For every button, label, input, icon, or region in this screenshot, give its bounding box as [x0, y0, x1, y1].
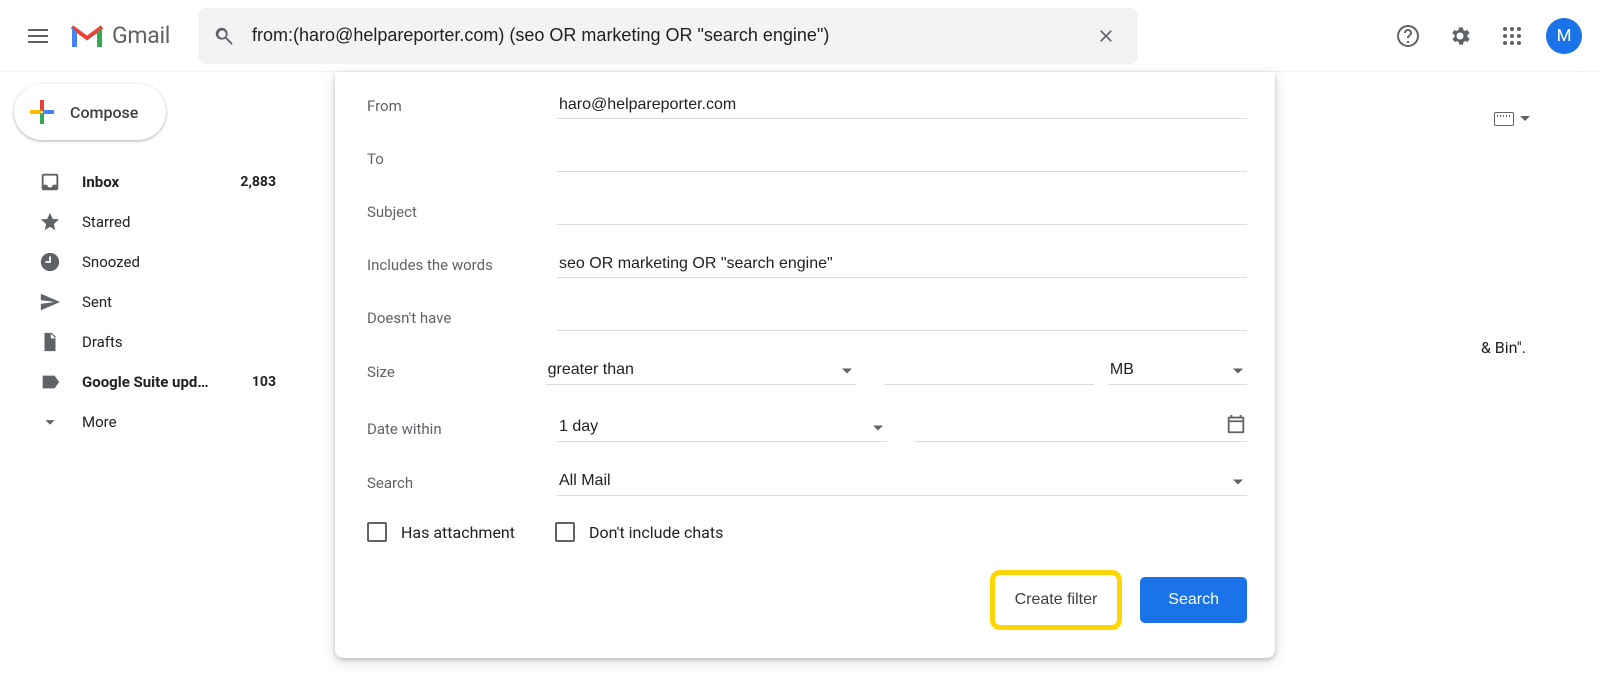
sidebar-item-label: More [82, 413, 276, 431]
exclude-chats-label: Don't include chats [589, 523, 723, 542]
header-actions: M [1386, 14, 1582, 58]
size-unit-select[interactable]: MB [1108, 357, 1247, 385]
has-attachment-checkbox[interactable]: Has attachment [367, 522, 515, 542]
create-filter-button[interactable]: Create filter [999, 579, 1114, 621]
send-icon [38, 290, 62, 314]
size-label: Size [367, 363, 546, 385]
filter-row-date: Date within 1 day [367, 411, 1247, 442]
size-operator-select[interactable]: greater than [546, 357, 856, 385]
exclude-chats-checkbox[interactable]: Don't include chats [555, 522, 723, 542]
sidebar-item-count: 2,883 [240, 174, 276, 190]
to-label: To [367, 150, 557, 172]
star-icon [38, 210, 62, 234]
filter-row-from: From [367, 92, 1247, 119]
search-icon[interactable] [210, 22, 238, 50]
from-label: From [367, 97, 557, 119]
checkbox-icon [555, 522, 575, 542]
apps-button[interactable] [1490, 14, 1534, 58]
gmail-logo-icon [70, 23, 104, 49]
account-avatar[interactable]: M [1546, 18, 1582, 54]
compose-label: Compose [70, 103, 138, 122]
doesnt-have-input[interactable] [557, 304, 1247, 331]
sidebar-item-drafts[interactable]: Drafts [10, 322, 290, 362]
sidebar-item-label: Snoozed [82, 253, 276, 271]
search-scope-label: Search [367, 474, 557, 496]
sidebar-item-label: Starred [82, 213, 276, 231]
search-bar [198, 8, 1138, 64]
file-icon [38, 330, 62, 354]
filter-row-size: Size greater than MB [367, 357, 1247, 385]
doesnt-have-label: Doesn't have [367, 309, 557, 331]
sidebar-item-starred[interactable]: Starred [10, 202, 290, 242]
sidebar-item-snoozed[interactable]: Snoozed [10, 242, 290, 282]
has-attachment-label: Has attachment [401, 523, 515, 542]
calendar-icon[interactable] [1225, 413, 1247, 435]
app-header: Gmail M [0, 0, 1600, 72]
help-icon [1396, 24, 1420, 48]
checkbox-icon [367, 522, 387, 542]
sidebar-nav: Inbox 2,883 Starred Snoozed Sent Drafts [10, 162, 290, 442]
sidebar-item-inbox[interactable]: Inbox 2,883 [10, 162, 290, 202]
date-range-select[interactable]: 1 day [557, 414, 887, 442]
gear-icon [1448, 24, 1472, 48]
to-input[interactable] [557, 145, 1247, 172]
inbox-icon [38, 170, 62, 194]
support-button[interactable] [1386, 14, 1430, 58]
sidebar-item-more[interactable]: More [10, 402, 290, 442]
search-input[interactable] [238, 25, 1086, 46]
label-icon [38, 370, 62, 394]
sidebar-item-label: Inbox [82, 173, 240, 191]
sidebar-item-label: Sent [82, 293, 276, 311]
includes-label: Includes the words [367, 256, 557, 278]
caret-down-icon [1520, 114, 1530, 124]
gmail-logo-text: Gmail [112, 22, 170, 49]
sidebar-item-sent[interactable]: Sent [10, 282, 290, 322]
hamburger-icon [28, 29, 48, 43]
clear-search-button[interactable] [1086, 16, 1126, 56]
date-input-wrap [915, 411, 1247, 442]
sidebar-item-label: Google Suite upd… [82, 373, 252, 391]
subject-input[interactable] [557, 198, 1247, 225]
subject-label: Subject [367, 203, 557, 225]
compose-button[interactable]: Compose [14, 84, 166, 140]
plus-icon [28, 98, 56, 126]
filter-actions: Create filter Search [367, 570, 1247, 630]
filter-checkboxes: Has attachment Don't include chats [367, 522, 1247, 542]
sidebar-item-label: Drafts [82, 333, 276, 351]
input-tools-toggle[interactable] [1494, 112, 1530, 126]
create-filter-highlight: Create filter [990, 570, 1123, 630]
from-input[interactable] [557, 92, 1247, 119]
date-input[interactable] [915, 411, 1225, 437]
search-button[interactable]: Search [1140, 577, 1247, 623]
sidebar-item-label-google-suite[interactable]: Google Suite upd… 103 [10, 362, 290, 402]
search-filter-panel: From To Subject Includes the words Doesn… [335, 72, 1275, 658]
apps-grid-icon [1502, 26, 1522, 46]
includes-input[interactable] [557, 251, 1247, 278]
main-menu-button[interactable] [14, 12, 62, 60]
search-scope-select[interactable]: All Mail [557, 468, 1247, 496]
clock-icon [38, 250, 62, 274]
sidebar-item-count: 103 [252, 374, 276, 390]
filter-row-subject: Subject [367, 198, 1247, 225]
settings-button[interactable] [1438, 14, 1482, 58]
filter-row-search: Search All Mail [367, 468, 1247, 496]
close-icon [1096, 26, 1116, 46]
filter-row-includes: Includes the words [367, 251, 1247, 278]
filter-row-doesnt-have: Doesn't have [367, 304, 1247, 331]
gmail-logo[interactable]: Gmail [70, 22, 170, 49]
filter-row-to: To [367, 145, 1247, 172]
background-text-fragment: & Bin". [1481, 338, 1526, 357]
sidebar: Compose Inbox 2,883 Starred Snoozed Sent [0, 72, 300, 693]
chevron-down-icon [38, 410, 62, 434]
size-value-input[interactable] [884, 358, 1094, 385]
date-within-label: Date within [367, 420, 557, 442]
keyboard-icon [1494, 112, 1514, 126]
